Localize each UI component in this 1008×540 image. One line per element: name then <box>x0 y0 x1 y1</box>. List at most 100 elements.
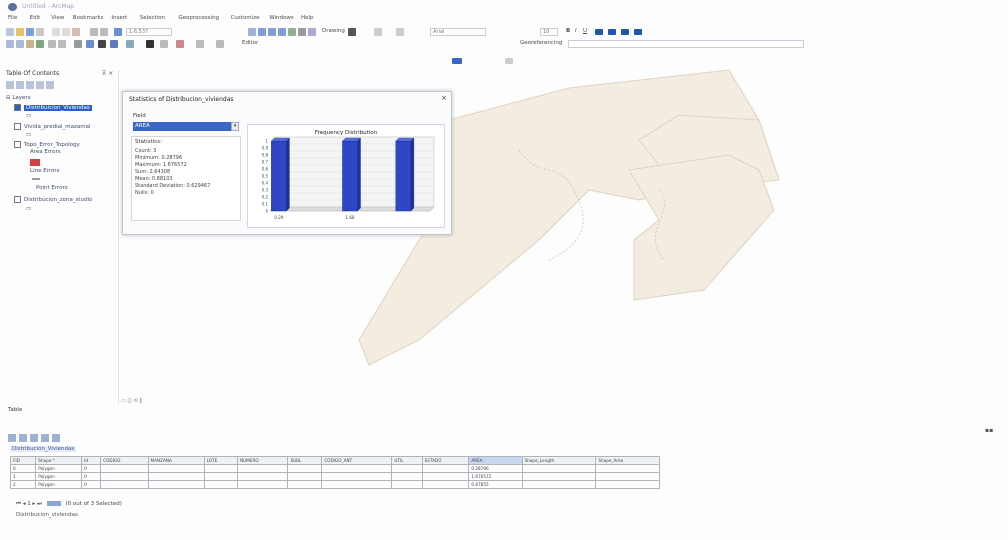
drawing-menu[interactable]: Drawing <box>322 28 345 34</box>
table-cell[interactable] <box>421 464 470 473</box>
undo-icon[interactable] <box>90 28 98 36</box>
zoom-out-icon[interactable] <box>16 40 24 48</box>
layers-group[interactable]: ⊟ Layers <box>6 95 31 101</box>
table-cell[interactable]: Polygon <box>35 480 83 489</box>
table-cell[interactable] <box>421 480 470 489</box>
identify-icon[interactable] <box>110 40 118 48</box>
show-all-records-button[interactable] <box>46 501 61 506</box>
menu-item-file[interactable]: File <box>8 15 17 21</box>
layer-checkbox[interactable] <box>14 123 21 130</box>
table-cell[interactable] <box>100 464 149 473</box>
list-by-source-icon[interactable] <box>16 81 24 89</box>
list-by-drawing-order-icon[interactable] <box>6 81 14 89</box>
marker-color-icon[interactable] <box>634 29 642 35</box>
table-cell[interactable]: 2 <box>9 480 37 489</box>
layer-item-0[interactable]: Distribuicion_Viviendas <box>14 104 92 111</box>
layer-item-6[interactable]: Distribucion_zona_studio <box>14 196 92 203</box>
full-extent-icon[interactable] <box>36 40 44 48</box>
menu-item-bookmarks[interactable]: Bookmarks <box>73 15 104 21</box>
clear-selection-icon[interactable] <box>86 40 94 48</box>
table-row[interactable]: 0 Polygon 0 0.28796 <box>9 464 660 473</box>
table-cell[interactable] <box>391 480 423 489</box>
menu-item-selection[interactable]: Selection <box>140 15 165 21</box>
font-field[interactable]: Arial <box>430 28 486 36</box>
layer-item-4[interactable]: Line Errors <box>30 168 59 174</box>
table-cell[interactable]: 0 <box>81 480 102 489</box>
list-by-selection-icon[interactable] <box>36 81 44 89</box>
layer-checkbox[interactable] <box>14 104 21 111</box>
table-cell[interactable]: 1 <box>9 472 37 481</box>
table-cell[interactable] <box>100 472 149 481</box>
search-window-icon[interactable] <box>278 28 286 36</box>
select-by-attributes-icon[interactable] <box>30 434 38 442</box>
table-cell[interactable] <box>421 472 470 481</box>
table-cell[interactable] <box>595 472 660 481</box>
table-cell[interactable] <box>287 464 323 473</box>
column-header[interactable]: NUMERO <box>237 456 289 465</box>
bold-button[interactable]: B <box>566 28 570 34</box>
table-cell[interactable] <box>521 480 597 489</box>
table-cell[interactable] <box>237 480 289 489</box>
save-icon[interactable] <box>26 28 34 36</box>
new-icon[interactable] <box>6 28 14 36</box>
select-features-icon[interactable] <box>74 40 82 48</box>
scale-field[interactable]: 1:6,537 <box>126 28 172 36</box>
table-row[interactable]: 2 Polygon 0 0.67855 <box>9 480 660 489</box>
column-header[interactable]: Shape * <box>35 456 83 465</box>
copy-icon[interactable] <box>62 28 70 36</box>
rectangle-icon[interactable] <box>374 28 382 36</box>
table-cell[interactable] <box>237 472 289 481</box>
layer-item-2[interactable]: Topo_Error_Topology <box>14 141 80 148</box>
print-icon[interactable] <box>36 28 44 36</box>
menu-item-windows[interactable]: Windows <box>269 15 294 21</box>
list-by-visibility-icon[interactable] <box>26 81 34 89</box>
zoom-in-icon[interactable] <box>6 40 14 48</box>
column-header[interactable]: CODIGO_ANT <box>321 456 393 465</box>
select-elements-tool-icon[interactable] <box>98 40 106 48</box>
layer-checkbox[interactable] <box>14 141 21 148</box>
table-row[interactable]: 1 Polygon 0 1.676572 <box>9 472 660 481</box>
table-cell[interactable] <box>203 464 239 473</box>
text-icon[interactable] <box>396 28 404 36</box>
table-cell[interactable] <box>595 464 660 473</box>
underline-button[interactable]: U <box>583 28 587 34</box>
menu-item-insert[interactable]: Insert <box>111 15 127 21</box>
table-cell[interactable]: 0.67855 <box>468 480 523 489</box>
table-options-icon[interactable] <box>8 434 16 442</box>
map-polygon-3[interactable] <box>628 154 775 301</box>
table-cell[interactable]: 0 <box>81 464 102 473</box>
switch-selection-icon[interactable] <box>41 434 49 442</box>
layer-item-3[interactable]: Area Errors <box>30 149 61 155</box>
field-select[interactable]: AREA <box>133 122 239 131</box>
column-header[interactable]: MANZANA <box>147 456 205 465</box>
bottom-table-tab[interactable]: Distribucion_viviendas <box>16 512 78 518</box>
table-cell[interactable] <box>321 480 393 489</box>
table-cell[interactable] <box>147 480 205 489</box>
column-header[interactable]: Shape_Length <box>521 456 597 465</box>
delete-icon[interactable] <box>72 28 80 36</box>
last-record-button[interactable]: ⏭ <box>37 501 42 507</box>
table-cell[interactable] <box>391 464 423 473</box>
menu-item-help[interactable]: Help <box>301 15 314 21</box>
column-header[interactable]: FID <box>9 456 37 465</box>
column-header[interactable]: ESTADO <box>421 456 470 465</box>
first-record-button[interactable]: ⏮ <box>16 501 21 507</box>
column-header[interactable]: LOTE <box>203 456 239 465</box>
menu-item-view[interactable]: View <box>51 15 64 21</box>
layer-item-1[interactable]: Vivida_predial_mazamal <box>14 123 91 130</box>
pin-icon[interactable]: ⊼ × <box>102 70 113 77</box>
table-cell[interactable] <box>203 472 239 481</box>
column-header[interactable]: SUBL <box>287 456 323 465</box>
table-cell[interactable] <box>521 464 597 473</box>
line-color-icon[interactable] <box>621 29 629 35</box>
cut-icon[interactable] <box>52 28 60 36</box>
next-record-button[interactable]: ▸ <box>32 501 35 507</box>
table-cell[interactable] <box>321 472 393 481</box>
editor-toolbar-icon[interactable] <box>248 28 256 36</box>
python-icon[interactable] <box>298 28 306 36</box>
open-icon[interactable] <box>16 28 24 36</box>
table-cell[interactable]: 1.676572 <box>468 472 523 481</box>
table-cell[interactable] <box>391 472 423 481</box>
menu-item-customize[interactable]: Customize <box>231 15 260 21</box>
table-cell[interactable] <box>521 472 597 481</box>
